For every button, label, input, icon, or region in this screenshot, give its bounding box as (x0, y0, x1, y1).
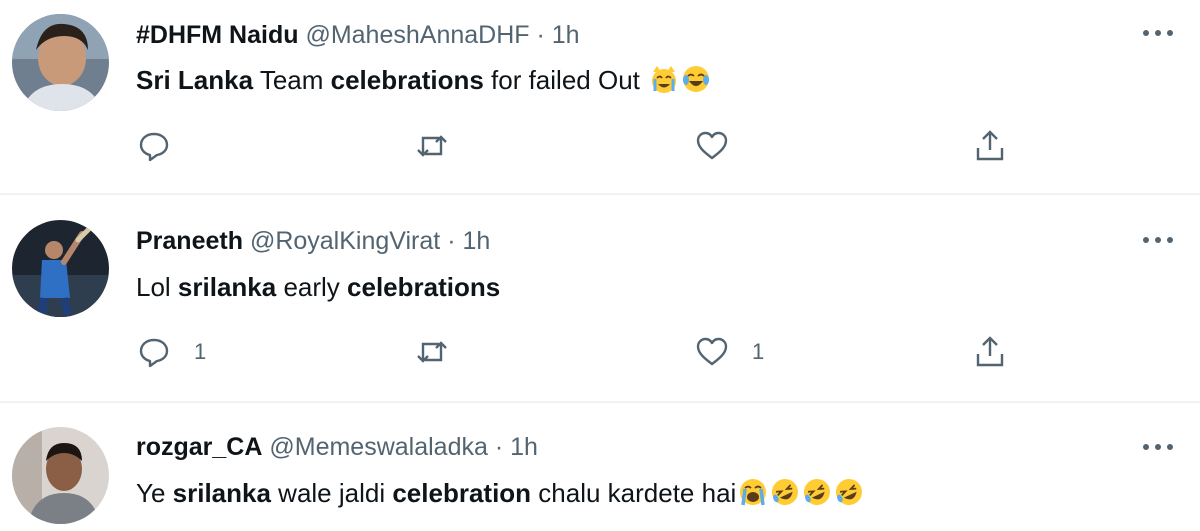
tweet-text-part: Sri Lanka (136, 65, 254, 95)
tweet-text-part: Ye (136, 478, 173, 508)
reply-count: 1 (194, 339, 207, 364)
tweet-header: rozgar_CA @Memeswalaladka · 1h (136, 432, 538, 462)
tweet[interactable]: #DHFM Naidu @MaheshAnnaDHF · 1h Sri Lank… (0, 0, 1200, 193)
crying-cat-face-emoji (652, 66, 677, 93)
like-button[interactable] (694, 126, 752, 166)
reply-button[interactable] (136, 126, 194, 166)
face-with-tears-of-joy-emoji (683, 66, 710, 92)
reply-icon (139, 338, 169, 368)
tweet-actions: 1 1 (136, 332, 1036, 372)
separator-dot: · (447, 227, 456, 255)
share-button[interactable] (972, 126, 1008, 166)
more-icon (1143, 444, 1173, 450)
reply-button[interactable]: 1 (136, 332, 206, 372)
timestamp[interactable]: 1h (552, 21, 580, 49)
loudly-crying-face-emoji (740, 479, 767, 506)
more-icon (1143, 30, 1173, 36)
user-handle[interactable]: @MaheshAnnaDHF (305, 21, 529, 49)
tweet[interactable]: Praneeth @RoyalKingVirat · 1h Lol srilan… (0, 195, 1200, 401)
tweet-text-part: early (276, 272, 348, 302)
timestamp[interactable]: 1h (462, 227, 490, 255)
tweet-text-part: celebrations (347, 272, 501, 302)
separator-dot: · (494, 433, 504, 461)
tweet-text-part: Team (253, 65, 331, 95)
tweet-text-part: celebrations (330, 65, 484, 95)
user-handle[interactable]: @Memeswalaladka (269, 433, 488, 461)
tweet-header: Praneeth @RoyalKingVirat · 1h (136, 226, 490, 256)
rolling-on-the-floor-laughing-emoji (804, 479, 831, 505)
retweet-button[interactable] (414, 332, 472, 372)
retweet-icon (417, 135, 447, 157)
tweet-text: Sri Lanka Team celebrations for failed O… (136, 64, 711, 96)
more-options-button[interactable] (1138, 432, 1178, 462)
more-options-button[interactable] (1138, 18, 1178, 48)
tweet[interactable]: rozgar_CA @Memeswalaladka · 1h Ye srilan… (0, 403, 1200, 531)
retweet-button[interactable] (414, 126, 472, 166)
tweet-header: #DHFM Naidu @MaheshAnnaDHF · 1h (136, 20, 580, 50)
tweet-feed: #DHFM Naidu @MaheshAnnaDHF · 1h Sri Lank… (0, 0, 1200, 531)
display-name[interactable]: rozgar_CA (136, 433, 262, 461)
display-name[interactable]: #DHFM Naidu (136, 21, 299, 49)
reply-icon (139, 132, 169, 162)
tweet-text-part: chalu kardete hai (531, 478, 737, 508)
avatar[interactable] (12, 14, 109, 111)
tweet-text: Ye srilanka wale jaldi celebration chalu… (136, 477, 864, 509)
rolling-on-the-floor-laughing-emoji (772, 479, 799, 505)
tweet-actions (136, 126, 1036, 166)
user-handle[interactable]: @RoyalKingVirat (250, 227, 440, 255)
tweet-text-part: srilanka (177, 272, 277, 302)
tweet-text: Lol srilanka early celebrations (136, 271, 500, 303)
like-icon (696, 337, 728, 366)
more-options-button[interactable] (1138, 225, 1178, 255)
more-icon (1143, 237, 1173, 243)
like-icon (696, 131, 728, 160)
rolling-on-the-floor-laughing-emoji (836, 479, 863, 505)
like-button[interactable]: 1 (694, 332, 764, 372)
tweet-text-part: celebration (392, 478, 532, 508)
like-count: 1 (752, 339, 765, 364)
share-icon (976, 336, 1004, 367)
tweet-text-part: for failed Out (483, 65, 648, 95)
tweet-text-part: wale jaldi (270, 478, 393, 508)
avatar[interactable] (12, 427, 109, 524)
separator-dot: · (536, 21, 545, 49)
display-name[interactable]: Praneeth (136, 227, 243, 255)
share-button[interactable] (972, 332, 1008, 372)
retweet-icon (417, 341, 447, 363)
tweet-text-part: Lol (136, 272, 178, 302)
timestamp[interactable]: 1h (510, 433, 538, 461)
avatar[interactable] (12, 220, 109, 317)
share-icon (976, 130, 1004, 161)
tweet-text-part: srilanka (172, 478, 271, 508)
